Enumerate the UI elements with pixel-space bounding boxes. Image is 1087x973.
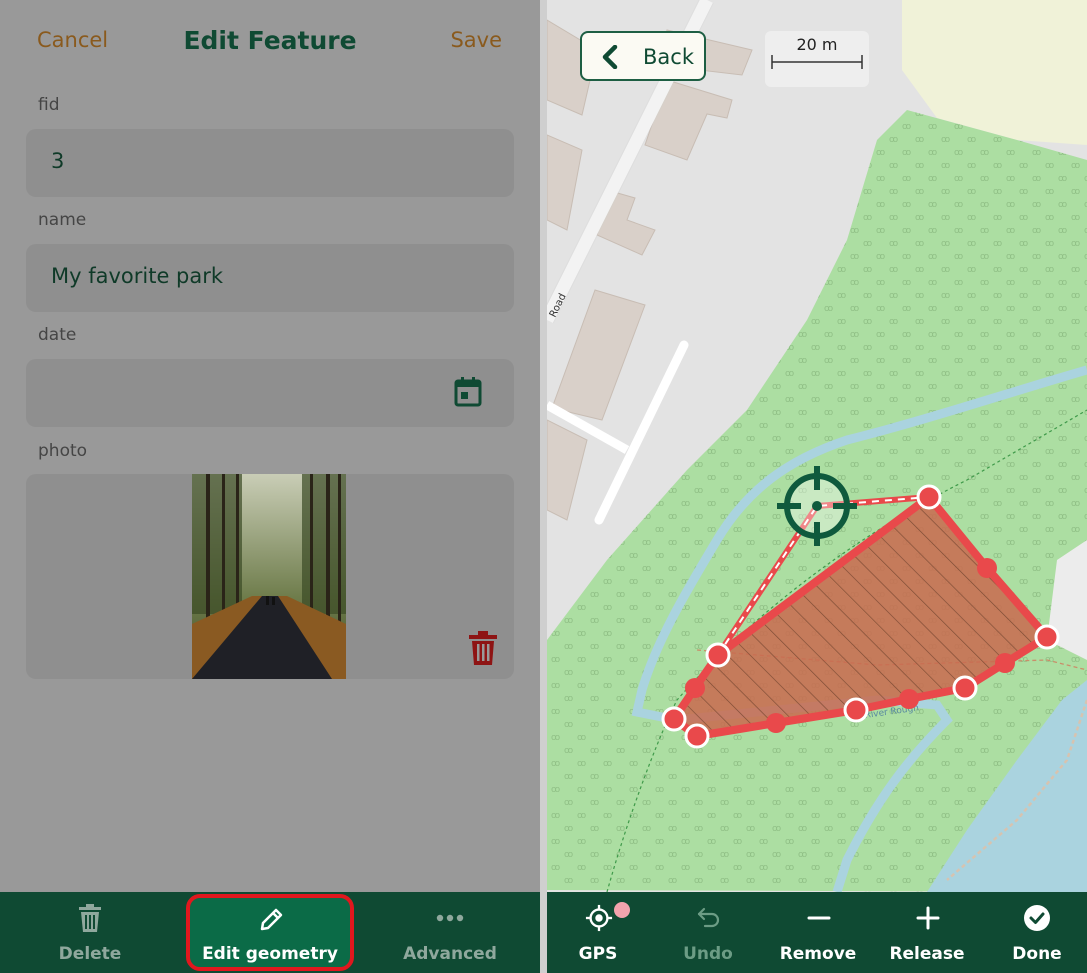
- photo-thumbnail[interactable]: [192, 474, 346, 679]
- scale-bar: 20 m: [765, 31, 869, 87]
- chevron-left-icon: [602, 45, 618, 69]
- undo-label: Undo: [683, 944, 733, 964]
- undo-button[interactable]: Undo: [663, 892, 753, 973]
- more-horizontal-icon: [436, 914, 464, 922]
- form-toolbar: Delete Edit geometry Advanced: [0, 892, 540, 973]
- remove-label: Remove: [779, 944, 857, 964]
- vertex-handle: [1034, 624, 1060, 650]
- midpoint-handle: [977, 558, 997, 578]
- remove-button[interactable]: Remove: [773, 892, 863, 973]
- undo-icon: [697, 907, 720, 928]
- scale-label: 20 m: [796, 35, 838, 54]
- midpoint-handle: [685, 678, 705, 698]
- date-field[interactable]: [26, 359, 514, 427]
- edit-geometry-label: Edit geometry: [202, 944, 338, 964]
- calendar-icon[interactable]: [453, 376, 483, 408]
- edit-geometry-button[interactable]: Edit geometry: [186, 894, 354, 971]
- vertex-handle: [916, 484, 942, 510]
- map-toolbar: GPS Undo Remove Release Done: [547, 892, 1087, 973]
- done-button[interactable]: Done: [992, 892, 1082, 973]
- fid-value: 3: [51, 149, 65, 173]
- check-circle-icon: [1024, 905, 1050, 931]
- gps-label: GPS: [578, 944, 618, 964]
- photo-field[interactable]: [26, 474, 514, 679]
- name-label: name: [38, 210, 87, 230]
- panel-divider: [540, 0, 547, 973]
- save-button[interactable]: Save: [450, 28, 502, 52]
- scale-bar-ruler: [771, 55, 863, 69]
- trash-icon: [79, 904, 101, 932]
- vertex-handle: [684, 723, 710, 749]
- name-field[interactable]: My favorite park: [26, 244, 514, 312]
- advanced-button[interactable]: Advanced: [390, 892, 510, 973]
- vertex-handle: [705, 642, 731, 668]
- vertex-handle: [952, 675, 978, 701]
- back-label: Back: [643, 45, 694, 69]
- name-value: My favorite park: [51, 264, 224, 288]
- delete-label: Delete: [58, 944, 122, 964]
- delete-button[interactable]: Delete: [30, 892, 150, 973]
- midpoint-handle: [766, 713, 786, 733]
- midpoint-handle: [899, 689, 919, 709]
- release-label: Release: [889, 944, 965, 964]
- trash-icon[interactable]: [468, 631, 498, 665]
- gps-icon: [585, 904, 613, 932]
- vertex-handle: [661, 706, 687, 732]
- advanced-label: Advanced: [403, 944, 497, 964]
- midpoint-handle: [995, 653, 1015, 673]
- photo-label: photo: [38, 441, 88, 461]
- fid-field[interactable]: 3: [26, 129, 514, 197]
- done-label: Done: [1012, 944, 1062, 964]
- minus-icon: [807, 916, 831, 920]
- pencil-icon: [260, 908, 283, 931]
- release-button[interactable]: Release: [882, 892, 972, 973]
- map-view[interactable]: ꝏ ꝏ: [547, 0, 1087, 892]
- back-button[interactable]: Back: [580, 31, 706, 81]
- fid-label: fid: [38, 95, 60, 115]
- date-label: date: [38, 325, 77, 345]
- edit-feature-form: Cancel Edit Feature Save fid 3 name My f…: [0, 0, 540, 973]
- plus-icon: [916, 906, 940, 930]
- vertex-handle: [843, 697, 869, 723]
- gps-button[interactable]: GPS: [553, 892, 643, 973]
- gps-status-dot: [614, 902, 630, 918]
